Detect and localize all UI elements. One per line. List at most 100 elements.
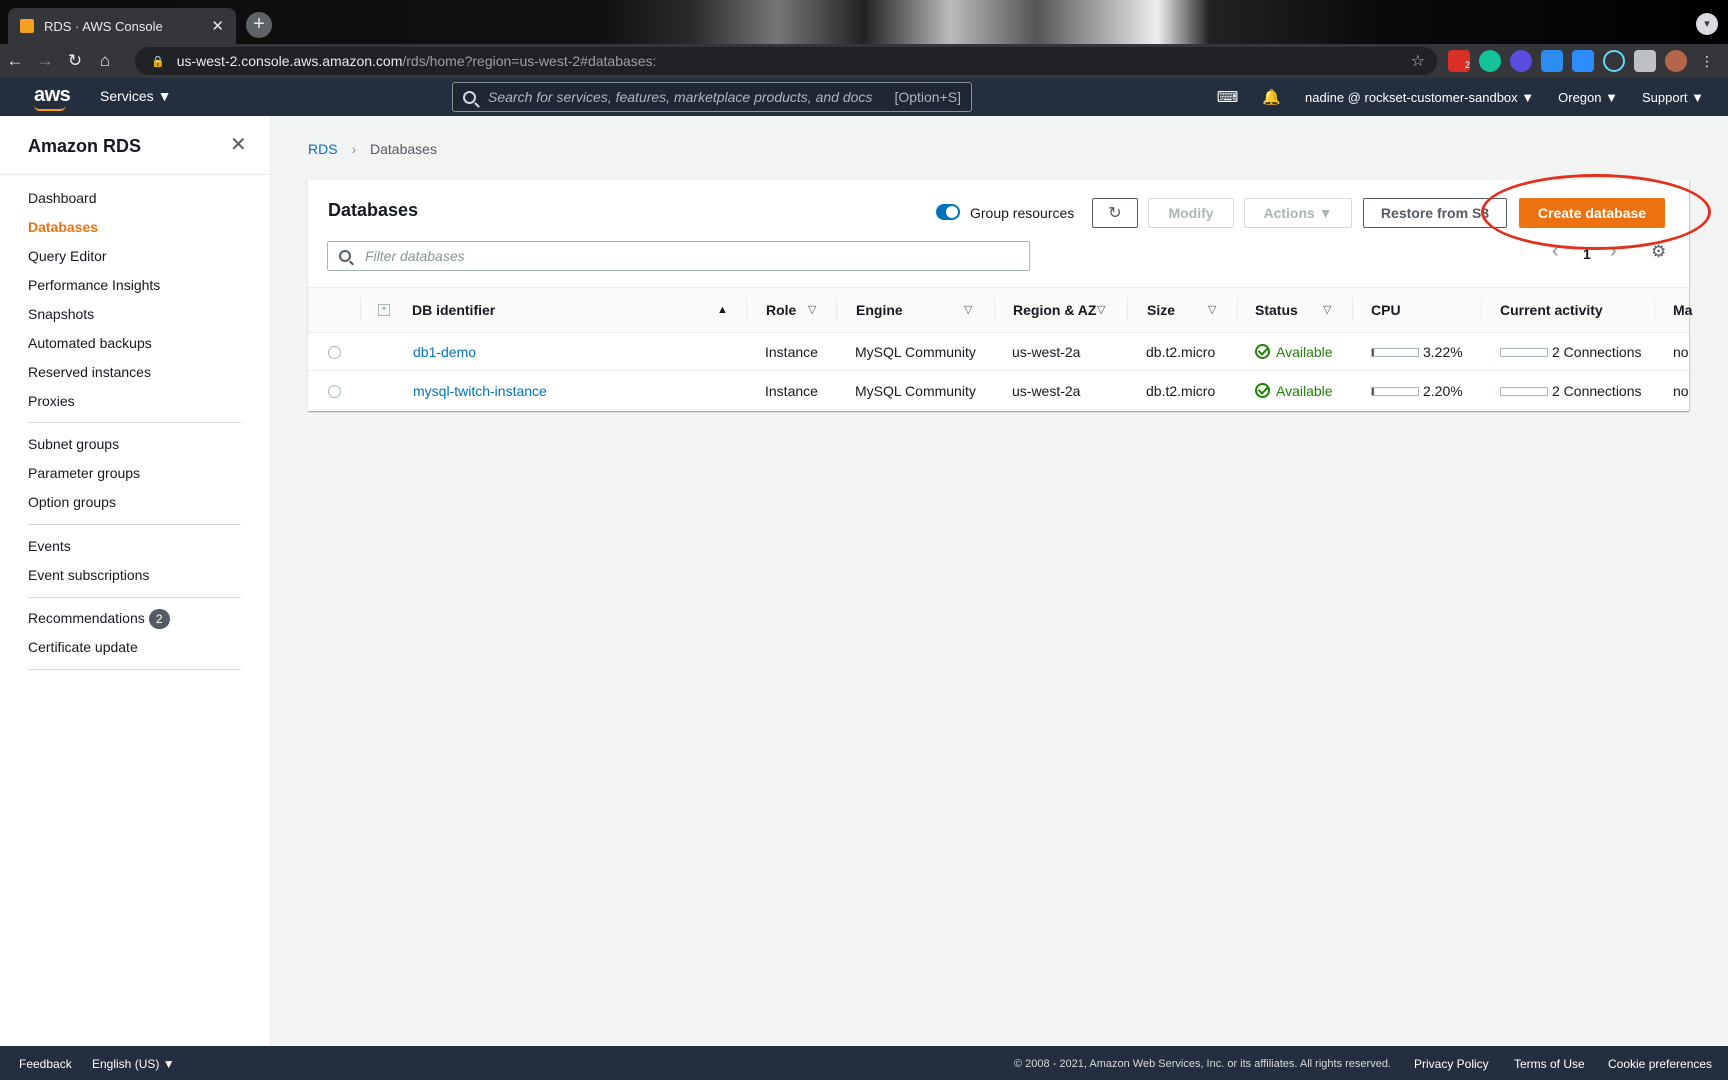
col-header-size[interactable]: Size <box>1147 288 1175 332</box>
col-header-region-az[interactable]: Region & AZ <box>1013 288 1096 332</box>
address-bar[interactable]: 🔒 us-west-2.console.aws.amazon.com/rds/h… <box>135 47 1437 75</box>
cell-size: db.t2.micro <box>1146 344 1216 360</box>
col-header-role[interactable]: Role <box>766 288 796 332</box>
cpu-value: 2.20% <box>1423 383 1463 399</box>
sort-filter-icon[interactable]: ▽ <box>1097 288 1105 332</box>
column-divider <box>994 298 995 322</box>
chrome-menu-icon[interactable]: ⋮ <box>1696 50 1718 72</box>
nav-section-recommendations: Recommendations 2 Certificate update <box>28 604 241 662</box>
url-path: /rds/home?region=us-west-2#databases: <box>402 53 657 69</box>
tab-close-icon[interactable]: ✕ <box>211 17 224 35</box>
notifications-bell-icon[interactable]: 🔔 <box>1262 88 1281 106</box>
col-header-current-activity[interactable]: Current activity <box>1500 288 1603 332</box>
side-navigation: Amazon RDS ✕ Dashboard Databases Query E… <box>0 116 271 1046</box>
expand-all-icon[interactable]: + <box>378 304 390 316</box>
sort-filter-icon[interactable]: ▽ <box>1208 288 1216 332</box>
sidebar-item-event-subscriptions[interactable]: Event subscriptions <box>28 561 241 590</box>
aws-smile-icon <box>34 105 66 111</box>
db-identifier-link[interactable]: mysql-twitch-instance <box>413 372 547 410</box>
account-menu[interactable]: nadine @ rockset-customer-sandbox ▼ <box>1305 90 1534 105</box>
chrome-profile-menu-icon[interactable]: ▾ <box>1696 13 1718 35</box>
col-header-maintenance[interactable]: Ma <box>1673 288 1692 332</box>
global-search-placeholder: Search for services, features, marketpla… <box>488 89 873 105</box>
col-header-cpu[interactable]: CPU <box>1371 288 1401 332</box>
sidebar-item-automated-backups[interactable]: Automated backups <box>28 329 241 358</box>
terms-of-use-link[interactable]: Terms of Use <box>1514 1057 1585 1071</box>
sort-filter-icon[interactable]: ▽ <box>808 288 816 332</box>
breadcrumb-rds[interactable]: RDS <box>308 141 338 157</box>
col-header-db-identifier[interactable]: DB identifier <box>412 288 495 332</box>
sort-filter-icon[interactable]: ▽ <box>964 288 972 332</box>
new-tab-button[interactable]: + <box>246 12 272 38</box>
back-icon[interactable]: ← <box>0 51 30 71</box>
region-menu[interactable]: Oregon ▼ <box>1558 90 1618 105</box>
breadcrumb: RDS › Databases <box>308 141 437 157</box>
group-resources-label: Group resources <box>970 205 1075 221</box>
column-divider <box>1237 298 1238 322</box>
sidebar-item-performance-insights[interactable]: Performance Insights <box>28 271 241 300</box>
refresh-button[interactable]: ↻ <box>1092 198 1138 228</box>
table-row[interactable]: mysql-twitch-instance Instance MySQL Com… <box>308 372 1689 410</box>
forward-icon[interactable]: → <box>30 51 60 71</box>
sidebar-item-option-groups[interactable]: Option groups <box>28 488 241 517</box>
column-divider <box>1127 298 1128 322</box>
sidebar-item-databases[interactable]: Databases <box>28 213 241 242</box>
col-header-status[interactable]: Status <box>1255 288 1298 332</box>
sidebar-item-query-editor[interactable]: Query Editor <box>28 242 241 271</box>
cpu-value: 3.22% <box>1423 344 1463 360</box>
sidebar-item-snapshots[interactable]: Snapshots <box>28 300 241 329</box>
cell-cpu: 2.20% <box>1371 372 1463 410</box>
extensions-puzzle-icon[interactable] <box>1634 50 1656 72</box>
global-search-input[interactable]: Search for services, features, marketpla… <box>452 82 972 112</box>
privacy-policy-link[interactable]: Privacy Policy <box>1414 1057 1489 1071</box>
reload-icon[interactable]: ↻ <box>60 51 90 71</box>
cookie-preferences-link[interactable]: Cookie preferences <box>1608 1057 1712 1071</box>
page-title: Databases <box>328 200 419 220</box>
cpu-bar-fill <box>1372 388 1374 395</box>
col-header-engine[interactable]: Engine <box>856 288 903 332</box>
bookmark-star-icon[interactable]: ☆ <box>1411 51 1425 71</box>
user-avatar[interactable] <box>1665 50 1687 72</box>
sidebar-item-recommendations[interactable]: Recommendations 2 <box>28 604 241 633</box>
sort-filter-icon[interactable]: ▽ <box>1323 288 1331 332</box>
db-identifier-link[interactable]: db1-demo <box>413 333 476 371</box>
support-menu[interactable]: Support ▼ <box>1642 90 1704 105</box>
table-row[interactable]: db1-demo Instance MySQL Community us-wes… <box>308 333 1689 371</box>
cell-status: Available <box>1255 372 1333 410</box>
browser-tab[interactable]: RDS · AWS Console ✕ <box>8 8 236 44</box>
feedback-link[interactable]: Feedback <box>19 1057 72 1071</box>
sidebar-item-reserved-instances[interactable]: Reserved instances <box>28 358 241 387</box>
table-settings-gear-icon[interactable]: ⚙ <box>1651 242 1666 262</box>
sidebar-item-certificate-update[interactable]: Certificate update <box>28 633 241 662</box>
sort-ascending-icon[interactable]: ▲ <box>717 288 728 332</box>
search-icon <box>463 90 476 104</box>
aws-logo[interactable]: aws <box>34 84 71 111</box>
home-icon[interactable]: ⌂ <box>90 51 120 71</box>
extension-react-icon[interactable] <box>1603 50 1625 72</box>
row-select-radio[interactable] <box>328 385 341 398</box>
extension-zoom-icon[interactable] <box>1572 50 1594 72</box>
extension-calendar-icon[interactable]: 2 <box>1448 50 1470 72</box>
sidebar-item-parameter-groups[interactable]: Parameter groups <box>28 459 241 488</box>
cell-status: Available <box>1255 333 1333 371</box>
refresh-icon: ↻ <box>1108 205 1122 222</box>
extension-diamond-icon[interactable] <box>1541 50 1563 72</box>
actions-dropdown-button[interactable]: Actions ▼ <box>1244 198 1352 228</box>
row-select-radio[interactable] <box>328 346 341 359</box>
sidebar-item-dashboard[interactable]: Dashboard <box>28 184 241 213</box>
services-menu[interactable]: Services ▼ <box>100 88 171 104</box>
language-selector[interactable]: English (US) ▼ <box>92 1057 175 1071</box>
search-shortcut: [Option+S] <box>894 89 961 105</box>
sidebar-item-subnet-groups[interactable]: Subnet groups <box>28 430 241 459</box>
extension-grammarly-icon[interactable] <box>1479 50 1501 72</box>
extension-gear-icon[interactable] <box>1510 50 1532 72</box>
close-icon[interactable]: ✕ <box>230 132 247 157</box>
filter-databases-input[interactable]: Filter databases <box>327 241 1030 271</box>
sidebar-item-events[interactable]: Events <box>28 532 241 561</box>
group-resources-toggle[interactable] <box>936 204 960 220</box>
activity-value: 2 Connections <box>1552 383 1642 399</box>
cloudshell-icon[interactable]: ⌨ <box>1217 88 1239 106</box>
sidebar-item-proxies[interactable]: Proxies <box>28 387 241 416</box>
modify-button[interactable]: Modify <box>1148 198 1234 228</box>
divider <box>0 174 271 175</box>
